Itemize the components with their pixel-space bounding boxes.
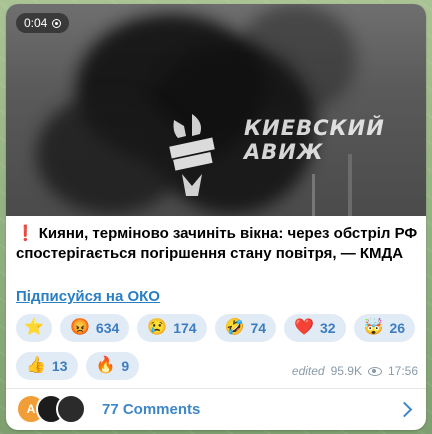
reaction-crying[interactable]: 😢 174	[137, 314, 207, 342]
exclamation-icon: ❗	[16, 225, 35, 242]
reaction-heart[interactable]: ❤️ 32	[284, 314, 346, 342]
reaction-fire[interactable]: 🔥 9	[85, 352, 140, 380]
comments-label: 77 Comments	[102, 400, 201, 418]
caption-text: Кияни, терміново зачиніть вікна: через о…	[16, 225, 418, 262]
heart-icon: ❤️	[294, 319, 314, 336]
reaction-count: 9	[121, 358, 130, 374]
reaction-star[interactable]: ⭐	[16, 314, 52, 342]
video-duration: 0:04	[24, 16, 48, 30]
message-bubble: КИЕВСКИЙ АВИЖ 0:04 ❗ Кияни, терміново зачи…	[6, 4, 426, 430]
angry-face-icon: 😡	[70, 319, 90, 336]
reaction-rofl[interactable]: 🤣 74	[214, 314, 277, 342]
reaction-count: 74	[250, 320, 267, 336]
reaction-count: 26	[389, 320, 406, 336]
reaction-mind-blown[interactable]: 🤯 26	[353, 314, 416, 342]
reaction-count: 634	[95, 320, 120, 336]
reaction-angry[interactable]: 😡 634	[60, 314, 130, 342]
comments-button[interactable]: A 77 Comments	[6, 390, 426, 428]
thumbs-up-icon: 👍	[26, 357, 46, 374]
reaction-count: 174	[173, 320, 197, 336]
view-count: 95.9K	[330, 364, 362, 378]
watermark-logo-icon	[169, 114, 215, 196]
reaction-thumbs-up[interactable]: 👍 13	[16, 352, 78, 380]
video-duration-badge: 0:04	[16, 13, 70, 33]
edited-label: edited	[291, 364, 325, 378]
commenter-avatars: A	[16, 394, 92, 424]
reactions-bar: ⭐ 😡 634 😢 174 🤣 74 ❤️ 32 🤯 26 👍 13 🔥 9	[16, 314, 420, 390]
play-circle-icon	[52, 18, 62, 28]
rofl-face-icon: 🤣	[224, 319, 245, 336]
lamp-post	[312, 174, 315, 216]
mind-blown-icon: 🤯	[363, 319, 384, 336]
message-meta: edited 95.9K 17:56	[292, 364, 418, 378]
reaction-count: 32	[319, 320, 336, 336]
avatar-letter: A	[26, 402, 36, 416]
crying-face-icon: 😢	[147, 319, 168, 336]
post-caption: ❗ Кияни, терміново зачиніть вікна: через …	[16, 224, 420, 264]
fire-icon: 🔥	[95, 357, 116, 374]
subscribe-link[interactable]: Підписуйся на ОКО	[16, 288, 160, 305]
chevron-right-icon	[396, 401, 413, 417]
star-icon: ⭐	[24, 319, 44, 336]
reaction-count: 13	[51, 358, 68, 374]
message-time: 17:56	[387, 364, 418, 378]
eye-icon	[367, 366, 382, 376]
divider	[6, 388, 426, 389]
watermark-text: КИЕВСКИЙ АВИЖ	[244, 116, 385, 164]
video-preview[interactable]: КИЕВСКИЙ АВИЖ 0:04	[6, 4, 426, 216]
avatar	[56, 394, 86, 424]
